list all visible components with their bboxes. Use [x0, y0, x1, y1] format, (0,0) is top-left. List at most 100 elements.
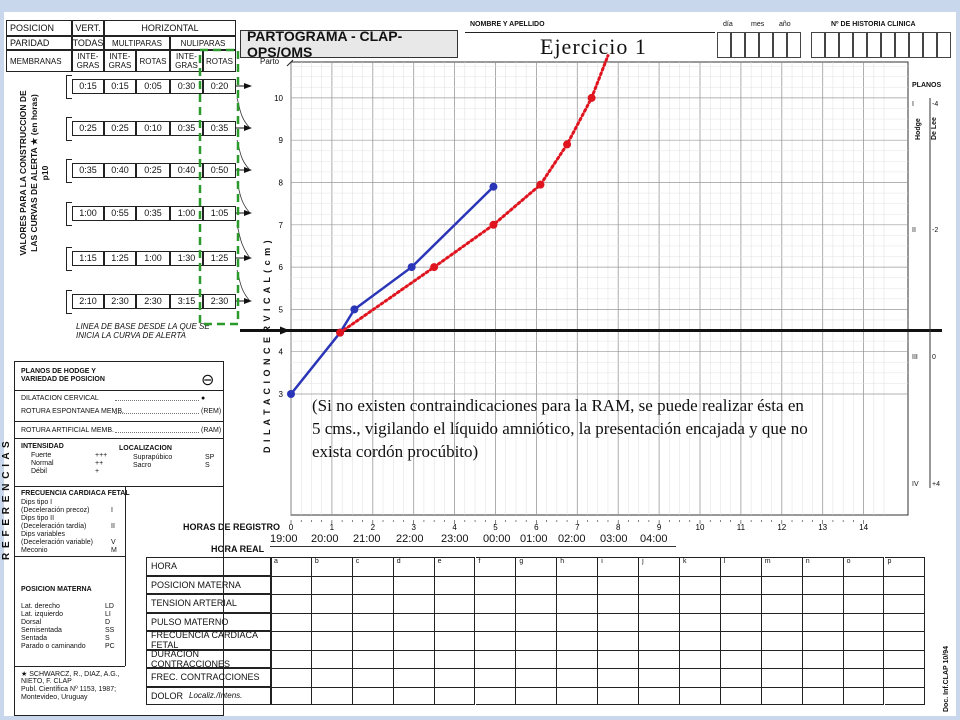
reference-item-label: ROTURA ARTIFICIAL MEMB. [21, 427, 114, 434]
x-tick-label: 1 [330, 523, 335, 532]
series-point-0 [350, 305, 359, 314]
posicion-code: S [105, 635, 110, 642]
dolor-sub-label: Localiz./Intens. [189, 691, 243, 701]
series-point-1 [489, 220, 498, 229]
monitor-column-letter: i [601, 558, 603, 565]
hora-real-time: 04:00 [640, 533, 668, 545]
alert-arrow-head [244, 83, 252, 89]
parto-label: Parto [260, 57, 280, 66]
posicion-label: Dorsal [21, 619, 42, 626]
leader-dots [115, 400, 199, 401]
ref-separator [15, 556, 125, 557]
highlight-box [198, 48, 240, 326]
fcf-label: Dips tipo I [21, 499, 53, 506]
reference-item-code: (RAM) [201, 427, 222, 434]
plano-roman: III [912, 354, 918, 361]
hora-real-time: 20:00 [311, 533, 339, 545]
intensidad-label: Débil [31, 468, 47, 475]
fcf-code: M [111, 547, 117, 554]
monitor-row-line [271, 575, 926, 577]
posicion-label: Parado o caminando [21, 643, 86, 650]
hora-real-time: 03:00 [600, 533, 628, 545]
posicion-title: POSICION MATERNA [21, 586, 92, 593]
fcf-code: II [111, 523, 115, 530]
series-point-1 [336, 328, 345, 337]
posicion-label: Lat. izquierdo [21, 611, 64, 618]
fcf-label: Meconio [21, 547, 48, 554]
hora-real-time: 01:00 [520, 533, 548, 545]
monitor-row-line [271, 594, 926, 595]
x-tick-label: 12 [777, 523, 786, 532]
y-tick-label: 8 [279, 179, 284, 188]
intensidad-label: Normal [31, 460, 54, 467]
series-point-1 [430, 263, 439, 272]
x-tick-label: 2 [371, 523, 376, 532]
x-tick-label: 7 [575, 523, 580, 532]
plano-delee: 0 [932, 354, 936, 361]
fcf-label: (Deceleración precoz) [21, 507, 90, 514]
intensidad-title: INTENSIDAD [21, 443, 64, 450]
posicion-code: LD [105, 603, 114, 610]
reference-item-label: ROTURA ESPONTANEA MEMB. [21, 408, 124, 415]
y-tick-label: 6 [279, 263, 284, 272]
monitor-column-letter: h [560, 558, 565, 565]
monitor-column-letter: n [805, 558, 810, 565]
hora-real-time: 02:00 [558, 533, 586, 545]
fcf-title: FRECUENCIA CARDIACA FETAL [21, 490, 130, 497]
x-tick-label: 6 [534, 523, 539, 532]
leader-dots [115, 413, 199, 414]
plano-roman: II [912, 227, 916, 234]
y-tick-label: 3 [279, 390, 284, 399]
y-tick-label: 7 [279, 221, 284, 230]
monitor-column-letter: g [519, 558, 524, 565]
monitor-column-letter: a [274, 558, 278, 565]
referencias-vertical-title: R E F E R E N C I A S [1, 440, 12, 560]
y-tick-label: 4 [279, 348, 284, 357]
fcf-label: (Deceleración tardía) [21, 523, 87, 530]
localizacion-label: Suprapúbico [133, 454, 173, 461]
posicion-code: SS [105, 627, 115, 634]
plano-delee: -2 [932, 227, 939, 234]
doc-code: Doc. Inf.CLAP 10/94 [943, 645, 950, 712]
monitor-row-text: DOLOR [151, 690, 184, 701]
monitor-row-text: TENSION ARTERIAL [151, 598, 237, 609]
baseline-arrow [280, 326, 290, 335]
posicion-code: PC [105, 643, 115, 650]
monitor-column-letter: c [355, 558, 360, 565]
monitor-row-line [271, 612, 926, 614]
monitor-row-label: HORA [146, 557, 271, 576]
ref-separator [125, 486, 126, 666]
ref-separator [15, 666, 125, 667]
planos-title: PLANOS [912, 82, 942, 89]
localizacion-code: S [205, 462, 210, 469]
series-point-0 [489, 182, 498, 191]
posicion-code: LI [105, 611, 111, 618]
x-tick-label: 11 [737, 523, 746, 532]
citation-line: NIETO, F. CLAP [21, 678, 72, 685]
ref-separator [15, 390, 223, 391]
intensidad-code: + [95, 468, 100, 475]
monitor-row-label: FRECUENCIA CARDIACA FETAL [146, 630, 271, 651]
series-point-1 [563, 140, 572, 149]
citation-line: Publ. Científica Nº 1153, 1987; [21, 686, 117, 693]
hora-real-time: 00:00 [483, 533, 511, 545]
y-tick-label: 5 [279, 305, 284, 314]
monitor-row-text: FRECUENCIA CARDIACA FETAL [151, 630, 258, 651]
monitor-column-letter: p [887, 558, 892, 565]
plano-roman: I [912, 101, 914, 108]
fcf-label: Dips tipo II [21, 515, 55, 522]
monitor-row-line [271, 668, 926, 669]
monitor-row-line [271, 631, 926, 632]
series-point-1 [587, 93, 596, 102]
monitor-column-letter: d [396, 558, 401, 565]
fcf-code: I [111, 507, 113, 514]
hodge-line-1: PLANOS DE HODGE Y [21, 368, 96, 375]
posicion-label: Semisentada [21, 627, 62, 634]
monitor-row-label: DURACION CONTRACCIONES [146, 649, 271, 669]
monitor-column-letter: o [846, 558, 851, 565]
series-point-1 [536, 180, 545, 189]
ref-separator [15, 438, 223, 439]
monitor-row-text: PULSO MATERNO [151, 616, 229, 627]
hodge-symbol-icon: ⊖ [201, 372, 215, 389]
monitor-row-line [271, 649, 926, 651]
